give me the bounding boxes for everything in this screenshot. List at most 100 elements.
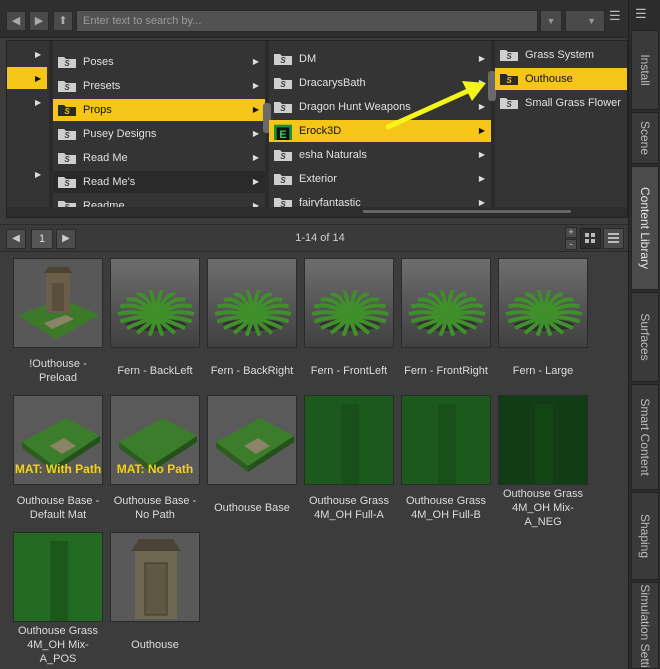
folder-label: Poses	[83, 56, 114, 68]
folder-item[interactable]: S Props ▶	[53, 99, 265, 121]
view-options-dropdown[interactable]: ▼	[565, 10, 605, 32]
side-tab[interactable]: Shaping	[631, 492, 659, 580]
folder-column-2: S DM ▶ S DracarysBath ▶ S Dragon Hunt Weapons ▶ E…	[269, 41, 491, 207]
expand-arrow-icon[interactable]: ▶	[479, 120, 485, 142]
asset-label: Outhouse Base - Default Mat	[16, 495, 100, 521]
grid-view-icon	[585, 233, 595, 243]
side-tab[interactable]: Smart Content	[631, 384, 659, 490]
side-tab[interactable]: Install	[631, 30, 659, 110]
svg-text:S: S	[64, 59, 70, 68]
folder-icon: S	[58, 129, 76, 140]
folder-label: Outhouse	[525, 73, 573, 85]
page-number-field[interactable]: 1	[31, 229, 53, 249]
horizontal-scrollbar[interactable]	[7, 207, 627, 217]
folder-item[interactable]: S Read Me ▶	[53, 147, 265, 169]
folder-item[interactable]: S Dragon Hunt Weapons ▶	[269, 96, 491, 118]
folder-column-3: S Grass System S Outhouse S Small Grass Flowe…	[495, 41, 627, 207]
folder-item[interactable]: S Readme ▶	[53, 195, 265, 207]
asset-label: Outhouse Grass 4M_OH Full-A	[308, 495, 390, 521]
svg-text:S: S	[506, 100, 512, 109]
up-button[interactable]: ⬆	[53, 11, 73, 31]
svg-text:S: S	[64, 107, 70, 116]
folder-item[interactable]: S DracarysBath ▶	[269, 72, 491, 94]
expand-arrow-icon[interactable]: ▶	[253, 147, 259, 169]
folder-item[interactable]: S Grass System	[495, 44, 627, 66]
search-input[interactable]: Enter text to search by...	[76, 10, 538, 32]
svg-text:S: S	[280, 152, 286, 161]
folder-item[interactable]: S Poses ▶	[53, 51, 265, 73]
folder-item[interactable]: S Pusey Designs ▶	[53, 123, 265, 145]
expand-arrow-icon[interactable]: ▶	[35, 74, 41, 83]
svg-text:E: E	[279, 129, 286, 140]
asset-label: Outhouse Grass 4M_OH Full-B	[405, 495, 487, 521]
pane-menu-icon[interactable]: ☰	[609, 8, 623, 24]
folder-item[interactable]: S Outhouse	[495, 68, 627, 90]
folder-icon: S	[500, 50, 518, 61]
next-page-button[interactable]: ▶	[56, 229, 76, 249]
expand-arrow-icon[interactable]: ▶	[35, 50, 41, 59]
folder-item[interactable]: S Read Me's ▶	[53, 171, 265, 193]
side-tab-label: Content Library	[638, 186, 652, 270]
expand-arrow-icon[interactable]: ▶	[253, 99, 259, 121]
asset-thumbnail	[498, 258, 588, 348]
expand-arrow-icon[interactable]: ▶	[479, 48, 485, 70]
folder-icon: S	[58, 105, 76, 116]
expand-arrow-icon[interactable]: ▶	[479, 144, 485, 166]
list-view-button[interactable]	[603, 228, 624, 249]
side-tab-label: Install	[638, 54, 652, 86]
asset-label: Fern - Large	[512, 365, 574, 377]
folder-item[interactable]: Sfairyfantastic ▶	[269, 192, 491, 207]
expand-arrow-icon[interactable]: ▶	[479, 72, 485, 94]
expand-arrow-icon[interactable]: ▶	[253, 195, 259, 207]
zoom-in-button[interactable]: +	[565, 227, 577, 238]
expand-arrow-icon[interactable]: ▶	[253, 51, 259, 73]
folder-label: Props	[83, 104, 112, 116]
thumbnail-overlay-label: MAT: With Path	[14, 462, 102, 476]
side-tab[interactable]: Surfaces	[631, 292, 659, 382]
back-button[interactable]: ◀	[6, 11, 26, 31]
svg-text:S: S	[280, 200, 286, 207]
folder-icon: S	[58, 57, 76, 68]
search-options-dropdown[interactable]: ▼	[540, 10, 562, 32]
expand-arrow-icon[interactable]: ▶	[253, 75, 259, 97]
expand-arrow-icon[interactable]: ▶	[253, 171, 259, 193]
asset-label: Outhouse Base - No Path	[113, 495, 197, 521]
zoom-out-button[interactable]: -	[565, 239, 577, 250]
asset-label: Outhouse	[131, 639, 179, 651]
panel-menu-icon[interactable]: ☰	[635, 6, 653, 24]
folder-item[interactable]: S Presets ▶	[53, 75, 265, 97]
grid-view-button[interactable]	[580, 228, 601, 249]
side-tab[interactable]: Simulation Setti	[631, 582, 659, 669]
asset-label: Outhouse Base	[214, 502, 290, 514]
folder-label: Read Me	[83, 152, 128, 164]
expand-arrow-icon[interactable]: ▶	[479, 168, 485, 190]
folder-label: Small Grass Flower	[525, 97, 621, 109]
expand-arrow-icon[interactable]: ▶	[35, 170, 41, 179]
expand-arrow-icon[interactable]: ▶	[479, 96, 485, 118]
folder-label: Erock3D	[299, 125, 342, 137]
folder-icon: S	[500, 74, 518, 85]
folder-item[interactable]: S Exterior ▶	[269, 168, 491, 190]
expand-arrow-icon[interactable]: ▶	[35, 98, 41, 107]
folder-icon: S	[58, 177, 76, 188]
svg-text:S: S	[64, 155, 70, 164]
folder-label: DracarysBath	[299, 77, 366, 89]
svg-text:S: S	[64, 179, 70, 188]
folder-icon: S	[274, 198, 292, 207]
side-tab[interactable]: Scene	[631, 112, 659, 164]
expand-arrow-icon[interactable]: ▶	[253, 123, 259, 145]
folder-item[interactable]: S DM ▶	[269, 48, 491, 70]
folder-item[interactable]: Sesha Naturals ▶	[269, 144, 491, 166]
prev-page-button[interactable]: ◀	[6, 229, 26, 249]
folder-item[interactable]: S Small Grass Flower	[495, 92, 627, 114]
side-tab-label: Shaping	[638, 513, 652, 559]
side-tab-label: Scene	[638, 120, 652, 156]
erock3d-logo-icon: E	[274, 124, 292, 140]
forward-button[interactable]: ▶	[29, 11, 49, 31]
parent-column: ▶ ▶ ▶ ▶	[7, 41, 49, 207]
folder-label: Pusey Designs	[83, 128, 157, 140]
side-tab[interactable]: Content Library	[631, 166, 659, 290]
expand-arrow-icon[interactable]: ▶	[479, 192, 485, 207]
asset-thumbnail	[13, 532, 103, 622]
folder-item[interactable]: E Erock3D ▶	[269, 120, 491, 142]
